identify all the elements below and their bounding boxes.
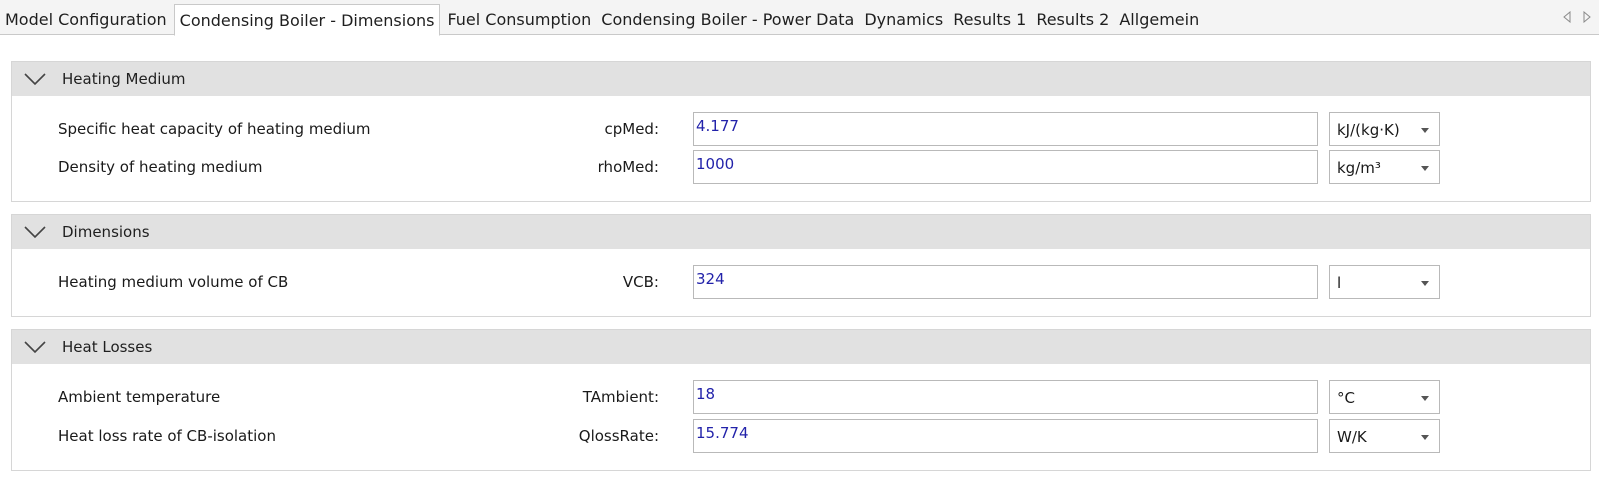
unit-value: l xyxy=(1337,274,1342,292)
tab-results-2[interactable]: Results 2 xyxy=(1031,4,1114,35)
section-header[interactable]: Heating Medium xyxy=(12,62,1590,96)
param-label: Heating medium volume of CB xyxy=(58,273,289,291)
param-row-rhomed: Density of heating medium rhoMed: 1000 k… xyxy=(12,150,1590,184)
tab-scroll-arrows xyxy=(1561,8,1593,26)
scroll-right-icon[interactable] xyxy=(1581,8,1593,26)
section-dimensions: Dimensions Heating medium volume of CB V… xyxy=(11,214,1591,317)
cpmed-value-input[interactable]: 4.177 xyxy=(693,112,1318,146)
tab-model-configuration[interactable]: Model Configuration xyxy=(0,4,172,35)
dropdown-caret-icon xyxy=(1421,396,1429,401)
section-heat-losses: Heat Losses Ambient temperature TAmbient… xyxy=(11,329,1591,471)
input-value: 1000 xyxy=(696,155,735,173)
param-variable: TAmbient: xyxy=(582,388,659,406)
tab-list: Model Configuration Condensing Boiler - … xyxy=(0,4,1204,36)
param-variable: rhoMed: xyxy=(597,158,659,176)
tab-results-1[interactable]: Results 1 xyxy=(948,4,1031,35)
tambient-value-input[interactable]: 18 xyxy=(693,380,1318,414)
param-label: Density of heating medium xyxy=(58,158,263,176)
rhomed-unit-select[interactable]: kg/m³ xyxy=(1329,150,1440,184)
dropdown-caret-icon xyxy=(1421,128,1429,133)
param-row-cpmed: Specific heat capacity of heating medium… xyxy=(12,112,1590,146)
input-value: 15.774 xyxy=(696,424,749,442)
qlossrate-unit-select[interactable]: W/K xyxy=(1329,419,1440,453)
tab-condensing-boiler-power-data[interactable]: Condensing Boiler - Power Data xyxy=(596,4,859,35)
dropdown-caret-icon xyxy=(1421,435,1429,440)
unit-value: W/K xyxy=(1337,428,1367,446)
section-title: Heating Medium xyxy=(62,70,186,88)
section-header[interactable]: Heat Losses xyxy=(12,330,1590,364)
chevron-down-icon[interactable] xyxy=(24,225,46,239)
vcb-unit-select[interactable]: l xyxy=(1329,265,1440,299)
rhomed-value-input[interactable]: 1000 xyxy=(693,150,1318,184)
chevron-down-icon[interactable] xyxy=(24,340,46,354)
qlossrate-value-input[interactable]: 15.774 xyxy=(693,419,1318,453)
cpmed-unit-select[interactable]: kJ/(kg·K) xyxy=(1329,112,1440,146)
param-label: Ambient temperature xyxy=(58,388,221,406)
input-value: 324 xyxy=(696,270,725,288)
input-value: 4.177 xyxy=(696,117,739,135)
section-header[interactable]: Dimensions xyxy=(12,215,1590,249)
tambient-unit-select[interactable]: °C xyxy=(1329,380,1440,414)
vcb-value-input[interactable]: 324 xyxy=(693,265,1318,299)
section-heating-medium: Heating Medium Specific heat capacity of… xyxy=(11,61,1591,202)
param-label: Heat loss rate of CB-isolation xyxy=(58,427,276,445)
section-title: Heat Losses xyxy=(62,338,153,356)
param-variable: QlossRate: xyxy=(578,427,659,445)
unit-value: °C xyxy=(1337,389,1355,407)
tab-bar: Model Configuration Condensing Boiler - … xyxy=(0,0,1599,36)
tab-condensing-boiler-dimensions[interactable]: Condensing Boiler - Dimensions xyxy=(173,4,441,36)
dropdown-caret-icon xyxy=(1421,281,1429,286)
unit-value: kJ/(kg·K) xyxy=(1337,121,1400,139)
dropdown-caret-icon xyxy=(1421,166,1429,171)
param-variable: VCB: xyxy=(622,273,659,291)
tab-fuel-consumption[interactable]: Fuel Consumption xyxy=(442,4,596,35)
param-row-tambient: Ambient temperature TAmbient: 18 °C xyxy=(12,380,1590,414)
scroll-left-icon[interactable] xyxy=(1561,8,1573,26)
input-value: 18 xyxy=(696,385,716,403)
unit-value: kg/m³ xyxy=(1337,159,1381,177)
section-title: Dimensions xyxy=(62,223,150,241)
tab-allgemein[interactable]: Allgemein xyxy=(1114,4,1204,35)
param-variable: cpMed: xyxy=(604,120,659,138)
tab-dynamics[interactable]: Dynamics xyxy=(859,4,948,35)
param-row-qlossrate: Heat loss rate of CB-isolation QlossRate… xyxy=(12,419,1590,453)
chevron-down-icon[interactable] xyxy=(24,72,46,86)
param-label: Specific heat capacity of heating medium xyxy=(58,120,371,138)
param-row-vcb: Heating medium volume of CB VCB: 324 l xyxy=(12,265,1590,299)
